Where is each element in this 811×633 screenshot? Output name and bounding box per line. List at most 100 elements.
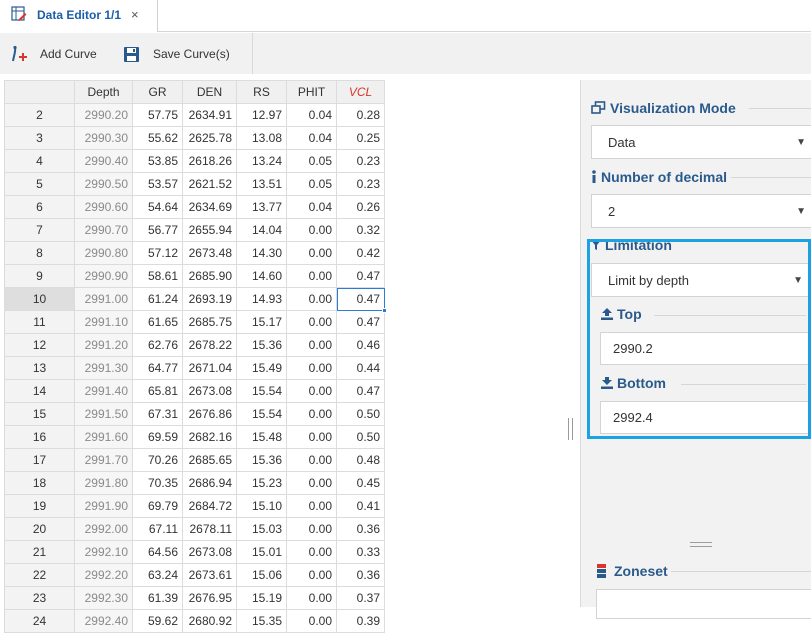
cell-depth[interactable]: 2990.70 — [74, 218, 133, 242]
row-number[interactable]: 5 — [4, 172, 75, 196]
cell-depth[interactable]: 2991.00 — [74, 287, 133, 311]
cell-vcl[interactable]: 0.36 — [336, 517, 385, 541]
cell-gr[interactable]: 61.65 — [132, 310, 183, 334]
row-number[interactable]: 4 — [4, 149, 75, 173]
row-number[interactable]: 12 — [4, 333, 75, 357]
cell-den[interactable]: 2625.78 — [182, 126, 237, 150]
cell-depth[interactable]: 2990.20 — [74, 103, 133, 127]
save-curves-button[interactable]: Save Curve(s) — [123, 44, 230, 64]
cell-gr[interactable]: 65.81 — [132, 379, 183, 403]
cell-vcl[interactable]: 0.50 — [336, 425, 385, 449]
cell-gr[interactable]: 59.62 — [132, 609, 183, 633]
cell-vcl[interactable]: 0.36 — [336, 563, 385, 587]
cell-vcl[interactable]: 0.32 — [336, 218, 385, 242]
cell-gr[interactable]: 64.56 — [132, 540, 183, 564]
cell-rs[interactable]: 15.54 — [236, 379, 287, 403]
column-header-vcl[interactable]: VCL — [336, 80, 385, 104]
cell-rs[interactable]: 14.60 — [236, 264, 287, 288]
cell-den[interactable]: 2686.94 — [182, 471, 237, 495]
cell-den[interactable]: 2676.86 — [182, 402, 237, 426]
cell-vcl[interactable]: 0.42 — [336, 241, 385, 265]
cell-vcl[interactable]: 0.46 — [336, 333, 385, 357]
cell-phit[interactable]: 0.00 — [286, 448, 337, 472]
cell-den[interactable]: 2684.72 — [182, 494, 237, 518]
cell-den[interactable]: 2693.19 — [182, 287, 237, 311]
row-number[interactable]: 10 — [4, 287, 75, 311]
column-header-gr[interactable]: GR — [132, 80, 183, 104]
cell-depth[interactable]: 2991.50 — [74, 402, 133, 426]
row-number[interactable]: 8 — [4, 241, 75, 265]
bottom-depth-input[interactable]: 2992.4 — [600, 401, 810, 434]
cell-gr[interactable]: 62.76 — [132, 333, 183, 357]
cell-depth[interactable]: 2992.20 — [74, 563, 133, 587]
cell-gr[interactable]: 64.77 — [132, 356, 183, 380]
cell-den[interactable]: 2676.95 — [182, 586, 237, 610]
cell-gr[interactable]: 70.26 — [132, 448, 183, 472]
visualization-mode-select[interactable]: Data ▼ — [591, 125, 811, 159]
cell-depth[interactable]: 2990.80 — [74, 241, 133, 265]
cell-vcl[interactable]: 0.25 — [336, 126, 385, 150]
fill-handle[interactable] — [382, 308, 387, 313]
cell-depth[interactable]: 2991.90 — [74, 494, 133, 518]
cell-phit[interactable]: 0.00 — [286, 517, 337, 541]
tab-data-editor[interactable]: Data Editor 1/1 × — [0, 0, 158, 32]
row-number[interactable]: 2 — [4, 103, 75, 127]
cell-rs[interactable]: 13.77 — [236, 195, 287, 219]
cell-den[interactable]: 2655.94 — [182, 218, 237, 242]
cell-vcl[interactable]: 0.39 — [336, 609, 385, 633]
cell-rs[interactable]: 15.49 — [236, 356, 287, 380]
cell-depth[interactable]: 2992.00 — [74, 517, 133, 541]
row-number[interactable]: 22 — [4, 563, 75, 587]
cell-depth[interactable]: 2992.40 — [74, 609, 133, 633]
cell-phit[interactable]: 0.04 — [286, 195, 337, 219]
row-number[interactable]: 14 — [4, 379, 75, 403]
cell-gr[interactable]: 69.79 — [132, 494, 183, 518]
row-number[interactable]: 15 — [4, 402, 75, 426]
cell-depth[interactable]: 2990.40 — [74, 149, 133, 173]
cell-rs[interactable]: 15.36 — [236, 333, 287, 357]
panel-splitter[interactable] — [567, 418, 574, 440]
cell-phit[interactable]: 0.04 — [286, 126, 337, 150]
cell-gr[interactable]: 67.11 — [132, 517, 183, 541]
cell-rs[interactable]: 14.93 — [236, 287, 287, 311]
cell-rs[interactable]: 15.19 — [236, 586, 287, 610]
cell-vcl[interactable]: 0.37 — [336, 586, 385, 610]
cell-phit[interactable]: 0.00 — [286, 425, 337, 449]
cell-rs[interactable]: 15.06 — [236, 563, 287, 587]
cell-phit[interactable]: 0.00 — [286, 379, 337, 403]
cell-depth[interactable]: 2990.90 — [74, 264, 133, 288]
cell-gr[interactable]: 57.75 — [132, 103, 183, 127]
cell-depth[interactable]: 2991.30 — [74, 356, 133, 380]
cell-phit[interactable]: 0.00 — [286, 218, 337, 242]
row-number[interactable]: 7 — [4, 218, 75, 242]
cell-depth[interactable]: 2991.70 — [74, 448, 133, 472]
cell-depth[interactable]: 2990.60 — [74, 195, 133, 219]
row-number[interactable]: 18 — [4, 471, 75, 495]
cell-phit[interactable]: 0.00 — [286, 609, 337, 633]
cell-den[interactable]: 2673.08 — [182, 540, 237, 564]
row-number[interactable]: 24 — [4, 609, 75, 633]
cell-den[interactable]: 2685.75 — [182, 310, 237, 334]
cell-den[interactable]: 2682.16 — [182, 425, 237, 449]
cell-gr[interactable]: 69.59 — [132, 425, 183, 449]
cell-den[interactable]: 2680.92 — [182, 609, 237, 633]
cell-phit[interactable]: 0.00 — [286, 494, 337, 518]
cell-gr[interactable]: 53.57 — [132, 172, 183, 196]
column-header-depth[interactable]: Depth — [74, 80, 133, 104]
cell-rs[interactable]: 15.35 — [236, 609, 287, 633]
cell-rs[interactable]: 13.24 — [236, 149, 287, 173]
cell-vcl[interactable]: 0.23 — [336, 149, 385, 173]
cell-den[interactable]: 2621.52 — [182, 172, 237, 196]
cell-rs[interactable]: 12.97 — [236, 103, 287, 127]
cell-vcl[interactable]: 0.47 — [336, 310, 385, 334]
cell-phit[interactable]: 0.00 — [286, 287, 337, 311]
cell-gr[interactable]: 53.85 — [132, 149, 183, 173]
cell-rs[interactable]: 15.03 — [236, 517, 287, 541]
cell-phit[interactable]: 0.00 — [286, 333, 337, 357]
cell-phit[interactable]: 0.00 — [286, 310, 337, 334]
close-icon[interactable]: × — [131, 7, 139, 23]
cell-vcl[interactable]: 0.26 — [336, 195, 385, 219]
cell-vcl[interactable]: 0.47 — [336, 379, 385, 403]
cell-gr[interactable]: 56.77 — [132, 218, 183, 242]
cell-phit[interactable]: 0.00 — [286, 402, 337, 426]
